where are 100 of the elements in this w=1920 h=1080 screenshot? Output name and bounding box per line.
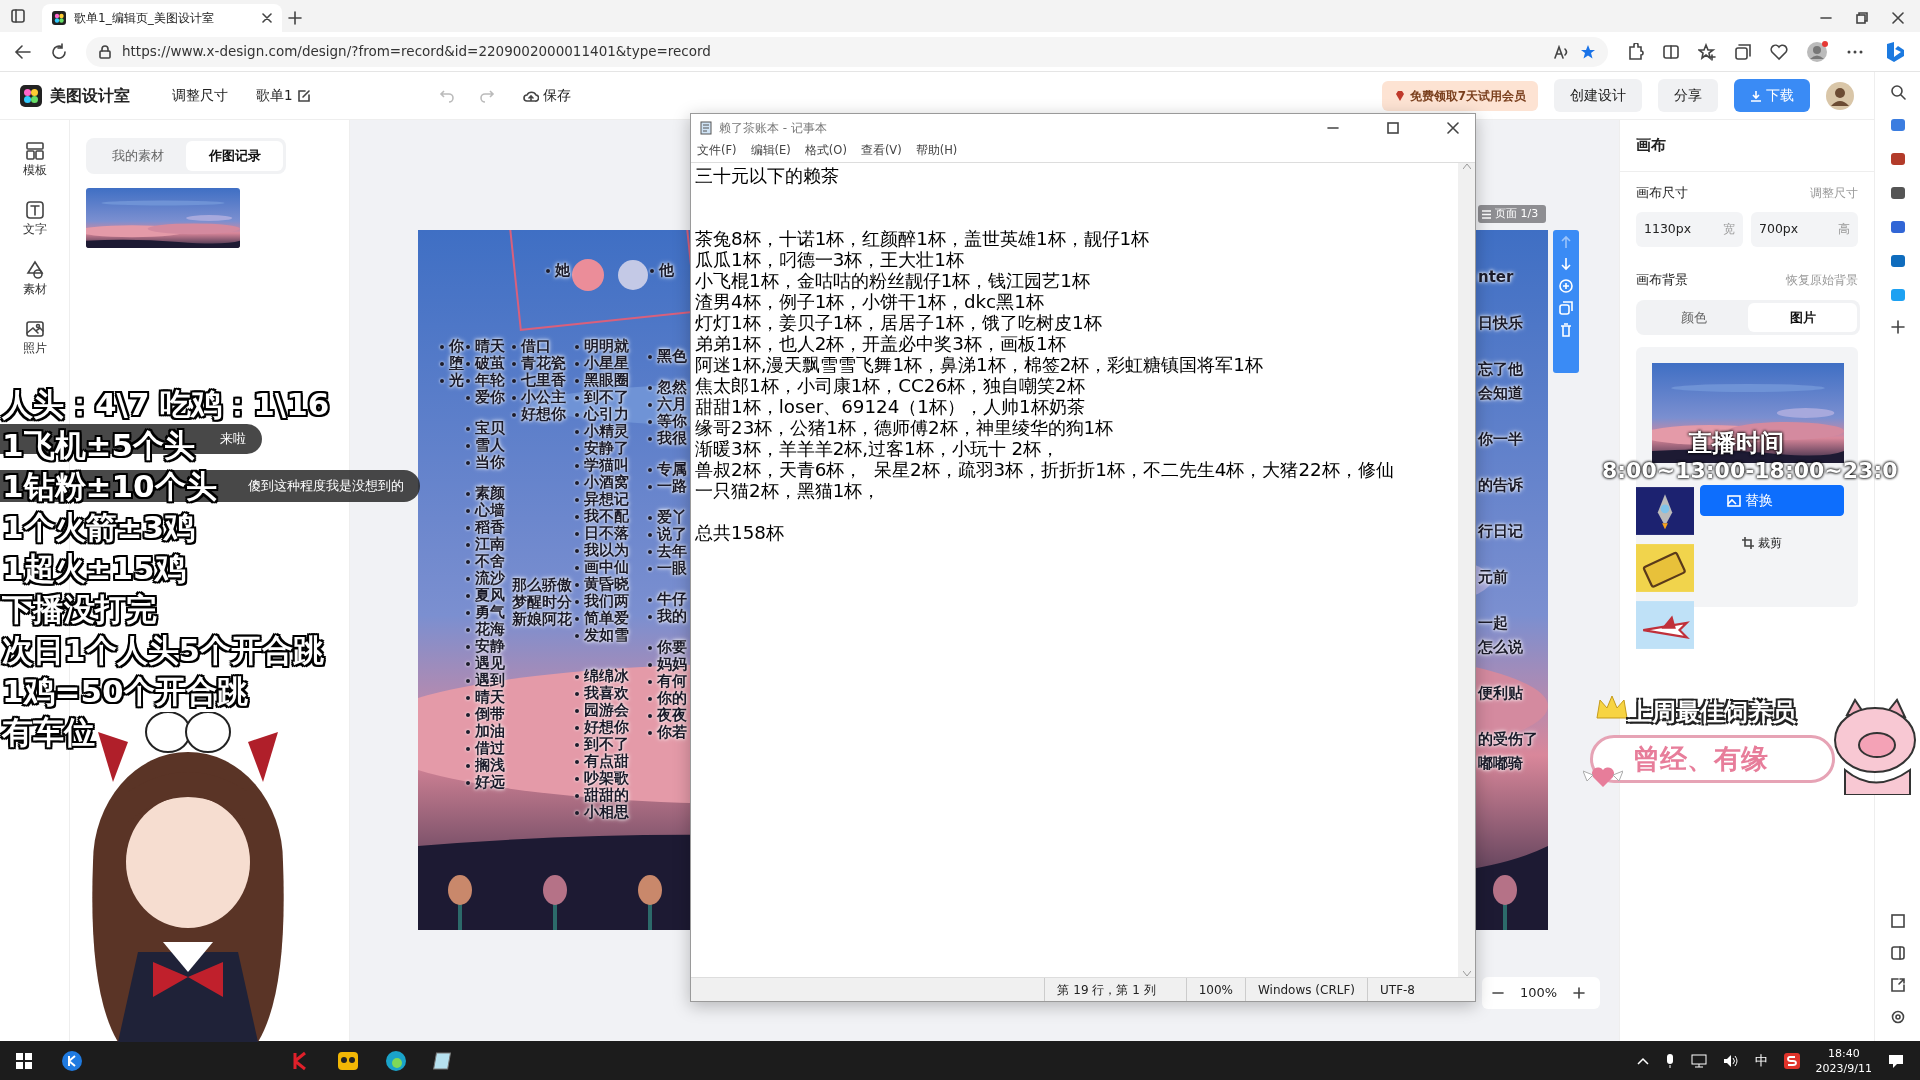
overlay-text: 人头：4\7 吃鸡：1\16 [2, 385, 330, 425]
song-title: 忘了他 [1478, 359, 1524, 380]
song-title: 怎么说 [1478, 637, 1524, 658]
sidebar-item[interactable]: 模板 [22, 140, 47, 180]
song-title: 日快乐 [1478, 313, 1524, 334]
song-title: 年轮 [475, 372, 505, 389]
song-title: 勇气 [475, 604, 505, 621]
menu-item[interactable]: 文件(F) [697, 142, 737, 162]
overlay-text: 次日1个人头5个开合跳 [2, 631, 325, 671]
song-title: 画中仙 [584, 559, 629, 576]
crop-button[interactable]: 裁剪 [1700, 534, 1842, 553]
song-title: 小酒窝 [584, 474, 629, 491]
resize-link[interactable]: 调整尺寸 [172, 85, 228, 106]
text-line: 阿迷1杯,漫天飘雪雪飞舞1杯，鼻涕1杯，棉签2杯，彩虹糖镇国将军1杯 [695, 354, 1264, 375]
promo-button[interactable]: 免费领取7天试用会员 [1381, 80, 1538, 111]
song-title: 的告诉 [1478, 475, 1524, 496]
status-text: Windows (CRLF) [1244, 978, 1367, 1001]
text-line: 瓜瓜1杯，叼德一3杯，王大壮1杯 [695, 249, 965, 270]
sidebar-item[interactable]: 文字 [22, 199, 47, 239]
menu-item[interactable]: 查看(V) [860, 142, 902, 162]
save-button[interactable]: 保存 [542, 85, 571, 106]
song-title: 借口 [521, 338, 551, 355]
song-title: 七里香 [521, 372, 566, 389]
song-title: 宝贝 [475, 420, 505, 437]
input-method[interactable]: 中 [1754, 1050, 1768, 1071]
text-line: 焦太郎1杯，小司康1杯，CC26杯，独自嘲笑2杯 [695, 375, 1086, 396]
song-title: 我们两 [584, 593, 629, 610]
clock[interactable]: 18:40 2023/9/11 [1815, 1045, 1872, 1076]
song-title: 心墙 [475, 502, 505, 519]
song-title: 我以为 [584, 542, 629, 559]
menu-item[interactable]: 帮助(H) [915, 142, 958, 162]
song-title: 新娘阿花 [512, 611, 572, 628]
song-title: 甜甜的 [584, 787, 629, 804]
size-field[interactable]: 700px 高 [1751, 212, 1858, 247]
song-title: 嘟嘟骑 [1478, 753, 1524, 774]
song-title: 青花瓷 [521, 355, 566, 372]
song-title: 好远 [475, 774, 505, 791]
song-title: 去年 [657, 543, 687, 560]
status-text: 100% [1185, 978, 1245, 1001]
song-title: 小精灵 [584, 423, 629, 440]
song-title: 说了 [657, 526, 687, 543]
song-title: 便利贴 [1478, 683, 1524, 704]
song-title: 花海 [475, 621, 505, 638]
menu-item[interactable]: 格式(O) [804, 142, 847, 162]
frame-label: 她 [555, 262, 570, 279]
text-line: 甜甜1杯，loser、69124（1杯），人帅1杯奶茶 [695, 396, 1086, 417]
replace-button[interactable]: 替换 [1700, 485, 1844, 517]
song-title: 妈妈 [657, 656, 687, 673]
header-button[interactable]: 分享 [1658, 79, 1718, 112]
schedule-hours: 8:00~13:00-18:00~23:0 [1602, 457, 1898, 485]
song-title: 到不了 [584, 389, 629, 406]
background-tab[interactable]: 颜色 [1639, 302, 1748, 333]
song-title: 晴天 [475, 338, 505, 355]
song-title: 园游会 [584, 702, 629, 719]
status-text: 第 19 行，第 1 列 [1044, 978, 1186, 1001]
menu-item[interactable]: 编辑(E) [750, 142, 791, 162]
song-title: 加油 [475, 723, 505, 740]
overlay-text: 下播没打完 [2, 590, 157, 629]
song-title: 你要 [657, 639, 687, 656]
song-title: 行日记 [1478, 521, 1524, 542]
song-title: 当你 [475, 454, 505, 471]
song-title: 一眼 [657, 560, 687, 577]
panel-title: 画布 [1620, 120, 1874, 172]
chat-text: 来啦 [220, 430, 246, 449]
song-title: 夜夜 [657, 707, 687, 724]
browser-tab[interactable]: 歌单1_编辑页_美图设计室 [42, 4, 282, 32]
document-title[interactable]: 歌单1 [256, 85, 293, 106]
song-title: 六月 [657, 396, 687, 413]
panel-tab[interactable]: 我的素材 [89, 141, 186, 171]
address-field[interactable]: https://www.x-design.com/design/?from=record&id=2209002000011401&type=record [86, 36, 1608, 67]
song-title: 爱你 [475, 389, 505, 406]
song-title: 素颜 [475, 485, 505, 502]
song-title: 的受伤了 [1478, 729, 1538, 750]
text-line: 缘哥23杯，公猪1杯，德师傅2杯，神里绫华的狗1杯 [695, 417, 1115, 438]
song-title: 不舍 [475, 553, 505, 570]
song-title: 专属 [657, 461, 687, 478]
text-line: 三十元以下的赖茶 [695, 165, 840, 186]
background-tab[interactable]: 图片 [1748, 302, 1857, 333]
sidebar-item[interactable]: 照片 [22, 317, 47, 357]
size-field[interactable]: 1130px 宽 [1636, 212, 1743, 247]
song-title: 牛仔 [657, 591, 687, 608]
song-title: 我的 [657, 608, 687, 625]
song-title: 黑色 [657, 348, 687, 365]
text-line: 灯灯1杯，姜贝子1杯，居居子1杯，饿了吃树皮1杯 [695, 312, 1103, 333]
song-title: 你 [449, 338, 464, 355]
zoom-value: 100% [1520, 984, 1558, 1003]
song-title: 光 [449, 372, 464, 389]
song-title: 我很 [657, 430, 687, 447]
song-title: 夏风 [475, 587, 505, 604]
song-title: 异想记 [584, 491, 629, 508]
song-title: 小相思 [584, 804, 629, 821]
song-title: 简单爱 [584, 610, 629, 627]
section-label: 画布背景 [1636, 271, 1688, 289]
panel-tab[interactable]: 作图记录 [186, 141, 283, 171]
song-title: 遇到 [475, 672, 505, 689]
text-line: 茶兔8杯，十诺1杯，红颜醉1杯，盖世英雄1杯，靓仔1杯 [695, 228, 1151, 249]
song-title: 流沙 [475, 570, 505, 587]
header-button[interactable]: 创建设计 [1554, 79, 1642, 112]
sidebar-item[interactable]: 素材 [22, 258, 47, 298]
song-title: 明明就 [584, 338, 629, 355]
